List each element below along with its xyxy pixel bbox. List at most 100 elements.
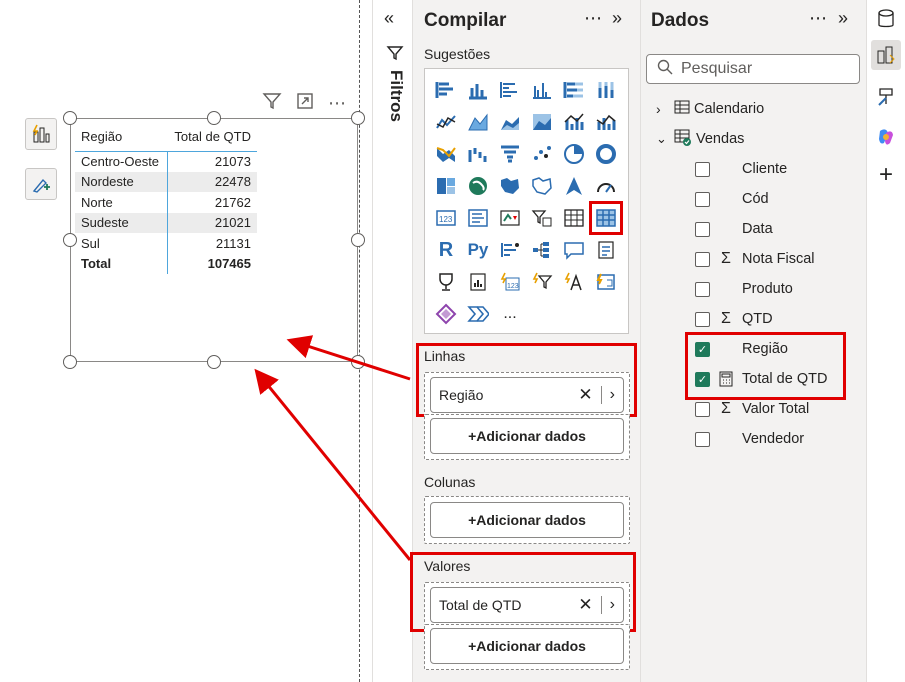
smart-narrative-icon[interactable] [561,269,587,295]
add-values-data-button[interactable]: +Adicionar dados [430,628,624,664]
resize-handle[interactable] [351,355,365,369]
kpi-icon[interactable] [497,205,523,231]
python-visual-icon[interactable]: Py [465,237,491,263]
waterfall-icon[interactable] [465,141,491,167]
field-checkbox[interactable] [695,221,710,237]
field-row[interactable]: Cliente [695,158,787,180]
collapse-chevrons-icon[interactable]: « [384,8,394,29]
field-checkbox[interactable] [695,311,710,327]
card-icon[interactable]: 123 [433,205,459,231]
power-apps-icon[interactable] [593,269,619,295]
paginated-report-icon[interactable] [465,269,491,295]
focus-mode-icon[interactable] [296,92,314,115]
add-columns-data-button[interactable]: +Adicionar dados [430,502,624,538]
shape-map-icon[interactable] [529,173,555,199]
more-options-icon[interactable]: ⋯ [584,8,602,29]
qa-icon[interactable] [561,237,587,263]
clustered-column-icon[interactable] [529,77,555,103]
field-row[interactable]: Produto [695,278,793,300]
add-rows-data-button[interactable]: +Adicionar dados [430,418,624,454]
values-field-pill[interactable]: Total de QTD ✕ › [430,587,624,623]
power-automate-arrow-icon[interactable] [465,301,491,327]
resize-handle[interactable] [207,355,221,369]
multi-row-card-icon[interactable] [465,205,491,231]
field-row[interactable]: Σ QTD [695,308,773,330]
100-stacked-bar-icon[interactable] [561,77,587,103]
line-stacked-column-icon[interactable] [593,109,619,135]
map-icon[interactable] [465,173,491,199]
ribbon-chart-icon[interactable] [433,141,459,167]
resize-handle[interactable] [351,111,365,125]
add-pane-icon[interactable]: + [871,160,901,190]
pie-chart-icon[interactable] [561,141,587,167]
treemap-icon[interactable] [433,173,459,199]
decomposition-tree-icon[interactable] [529,237,555,263]
table-icon[interactable] [561,205,587,231]
chevron-down-icon[interactable]: ⌄ [656,131,672,147]
narrative-icon[interactable] [593,237,619,263]
field-checkbox[interactable] [695,191,710,207]
r-visual-icon[interactable]: R [433,237,459,263]
100-stacked-area-icon[interactable] [529,109,555,135]
data-cylinder-icon[interactable] [871,4,901,34]
power-apps-filter-icon[interactable] [529,269,555,295]
chevron-right-icon[interactable]: › [656,101,672,117]
format-brush-icon[interactable] [25,168,57,200]
field-row[interactable]: ✓ Região [695,338,788,360]
resize-handle[interactable] [351,233,365,247]
resize-handle[interactable] [63,355,77,369]
table-node-vendas[interactable]: ⌄ Vendas [656,128,744,150]
line-chart-icon[interactable] [433,109,459,135]
resize-handle[interactable] [207,111,221,125]
field-row[interactable]: Vendedor [695,428,804,450]
format-paint-icon[interactable] [871,82,901,112]
gauge-icon[interactable] [593,173,619,199]
table-visual[interactable]: Região Total de QTD Centro-Oeste 21073 N… [70,118,358,362]
field-row[interactable]: Σ Valor Total [695,398,809,420]
matrix-icon[interactable] [589,201,623,235]
field-checkbox[interactable] [695,281,710,297]
resize-handle[interactable] [63,111,77,125]
chevron-right-icon[interactable]: › [610,386,615,404]
visual-format-icon[interactable] [25,118,57,150]
copilot-icon[interactable] [871,122,901,152]
stacked-area-icon[interactable] [497,109,523,135]
power-automate-icon[interactable]: 123 [497,269,523,295]
table-node-calendario[interactable]: › Calendario [656,98,764,120]
chevron-right-icon[interactable]: › [610,596,615,614]
more-options-icon[interactable]: ⋯ [328,93,347,114]
stacked-column-icon[interactable] [465,77,491,103]
filter-icon[interactable] [262,92,282,115]
field-checkbox[interactable] [695,251,710,267]
slicer-icon[interactable] [529,205,555,231]
100-stacked-column-icon[interactable] [593,77,619,103]
remove-field-icon[interactable]: ✕ [578,595,592,615]
field-checkbox-checked[interactable]: ✓ [695,341,710,357]
field-checkbox[interactable] [695,431,710,447]
column-header-regiao[interactable]: Região [75,123,167,152]
search-field[interactable]: Pesquisar [646,54,860,84]
stacked-bar-icon[interactable] [433,77,459,103]
field-row[interactable]: Σ Nota Fiscal [695,248,815,270]
clustered-bar-icon[interactable] [497,77,523,103]
field-checkbox[interactable] [695,161,710,177]
build-visual-icon[interactable] [871,40,901,70]
azure-map-icon[interactable] [561,173,587,199]
filters-label[interactable]: Filtros [386,70,406,122]
scatter-chart-icon[interactable] [529,141,555,167]
area-chart-icon[interactable] [465,109,491,135]
resize-handle[interactable] [63,233,77,247]
filled-map-icon[interactable] [497,173,523,199]
expand-chevrons-icon[interactable]: » [838,8,848,29]
rows-field-pill[interactable]: Região ✕ › [430,377,624,413]
goals-icon[interactable] [433,269,459,295]
expand-chevrons-icon[interactable]: » [612,8,622,29]
more-options-icon[interactable]: ⋯ [809,8,827,29]
field-row[interactable]: ✓ Total de QTD [695,368,827,390]
remove-field-icon[interactable]: ✕ [578,385,592,405]
field-checkbox-checked[interactable]: ✓ [695,371,710,387]
donut-chart-icon[interactable] [593,141,619,167]
more-visuals-icon[interactable]: ... [497,301,523,327]
field-row[interactable]: Data [695,218,773,240]
key-influencers-icon[interactable] [497,237,523,263]
